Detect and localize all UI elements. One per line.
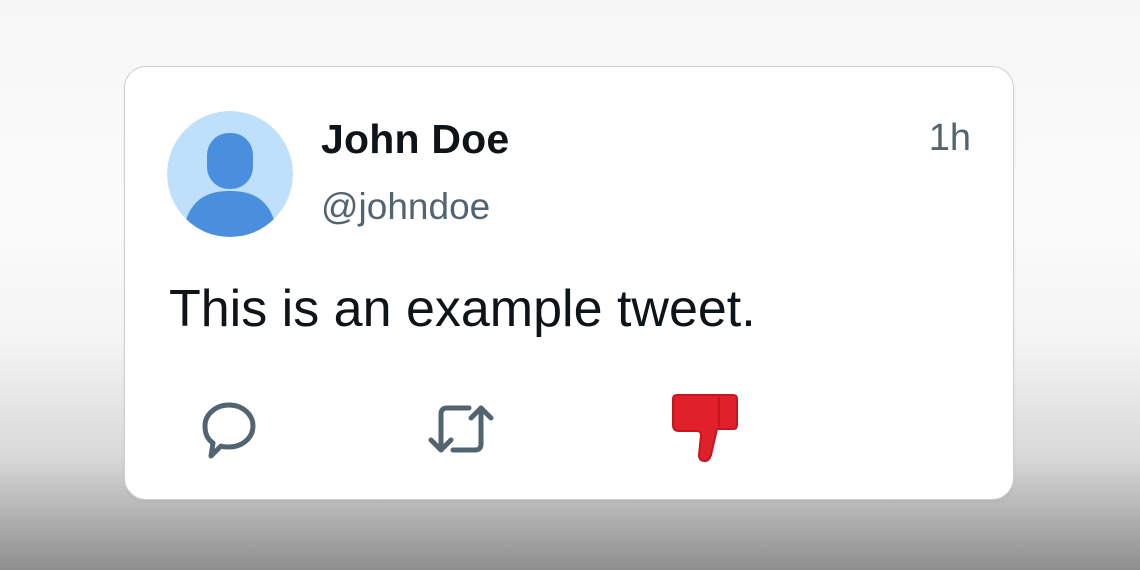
- user-handle[interactable]: @johndoe: [321, 185, 490, 229]
- tweet-text: This is an example tweet.: [169, 280, 756, 338]
- user-avatar-icon: [167, 111, 293, 237]
- dislike-button[interactable]: [665, 393, 745, 465]
- reply-button[interactable]: [189, 393, 269, 465]
- timestamp[interactable]: 1h: [929, 115, 971, 161]
- thumbs-down-icon: [672, 394, 738, 462]
- retweet-icon: [428, 405, 494, 453]
- retweet-button[interactable]: [421, 393, 501, 465]
- display-name[interactable]: John Doe: [321, 115, 509, 163]
- tweet-card[interactable]: John Doe @johndoe 1h This is an example …: [124, 66, 1014, 500]
- avatar[interactable]: [167, 111, 293, 237]
- reply-icon: [202, 402, 256, 459]
